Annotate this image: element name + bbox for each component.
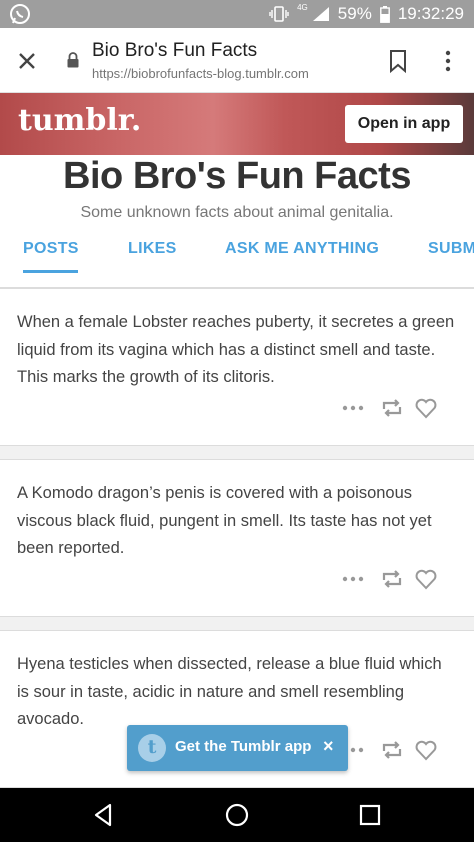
get-app-label: Get the Tumblr app bbox=[175, 738, 312, 755]
blog-header: Bio Bro's Fun Facts Some unknown facts a… bbox=[0, 155, 474, 288]
system-nav-bar bbox=[0, 788, 474, 842]
heart-icon[interactable] bbox=[414, 395, 438, 421]
post-actions bbox=[342, 566, 452, 592]
back-icon[interactable] bbox=[90, 801, 118, 829]
page-title: Bio Bro's Fun Facts bbox=[92, 40, 258, 61]
recents-icon[interactable] bbox=[356, 801, 384, 829]
tab-ask-me-anything[interactable]: ASK ME ANYTHING bbox=[225, 240, 379, 258]
post-text: When a female Lobster reaches puberty, i… bbox=[17, 313, 455, 386]
reblog-icon[interactable] bbox=[380, 566, 404, 592]
post-text: Hyena testicles when dissected, release … bbox=[17, 655, 442, 728]
reblog-icon[interactable] bbox=[380, 395, 404, 421]
close-icon[interactable] bbox=[14, 48, 40, 74]
tab-submit[interactable]: SUBM bbox=[428, 240, 474, 258]
tab-posts[interactable]: POSTS bbox=[23, 240, 79, 273]
get-app-banner[interactable]: t Get the Tumblr app × bbox=[127, 725, 348, 771]
more-horizontal-icon[interactable] bbox=[342, 566, 364, 592]
post-card: A Komodo dragon’s penis is covered with … bbox=[0, 459, 474, 617]
bookmark-icon[interactable] bbox=[387, 48, 409, 74]
browser-toolbar: Bio Bro's Fun Facts https://biobrofunfac… bbox=[0, 28, 474, 93]
close-icon[interactable]: × bbox=[323, 736, 334, 757]
home-icon[interactable] bbox=[223, 801, 251, 829]
page-url[interactable]: https://biobrofunfacts-blog.tumblr.com bbox=[92, 66, 309, 81]
signal-icon bbox=[312, 7, 329, 21]
status-bar: 4G 59% 19:32:29 bbox=[0, 0, 474, 28]
more-vertical-icon[interactable] bbox=[437, 48, 459, 74]
post-text: A Komodo dragon’s penis is covered with … bbox=[17, 484, 432, 557]
open-in-app-button[interactable]: Open in app bbox=[345, 105, 463, 143]
tab-active-indicator bbox=[23, 270, 78, 273]
tab-label: POSTS bbox=[23, 240, 79, 257]
whatsapp-icon bbox=[10, 4, 30, 24]
more-horizontal-icon[interactable] bbox=[342, 395, 364, 421]
vibrate-icon bbox=[269, 6, 289, 22]
blog-description: Some unknown facts about animal genitali… bbox=[80, 204, 394, 221]
heart-icon[interactable] bbox=[414, 566, 438, 592]
tumblr-logo[interactable]: tumblr. bbox=[18, 103, 141, 138]
post-actions bbox=[342, 737, 452, 763]
tumblr-banner: tumblr. Open in app bbox=[0, 93, 474, 155]
lock-icon bbox=[67, 52, 79, 68]
reblog-icon[interactable] bbox=[380, 737, 404, 763]
tab-likes[interactable]: LIKES bbox=[128, 240, 177, 258]
network-type: 4G bbox=[297, 2, 308, 12]
tumblr-t-icon: t bbox=[138, 734, 166, 762]
blog-title: Bio Bro's Fun Facts bbox=[63, 155, 411, 197]
battery-percent: 59% bbox=[337, 4, 372, 23]
clock: 19:32:29 bbox=[397, 4, 464, 23]
post-card: When a female Lobster reaches puberty, i… bbox=[0, 288, 474, 446]
battery-icon bbox=[379, 5, 390, 23]
post-actions bbox=[342, 395, 452, 421]
heart-icon[interactable] bbox=[414, 737, 438, 763]
